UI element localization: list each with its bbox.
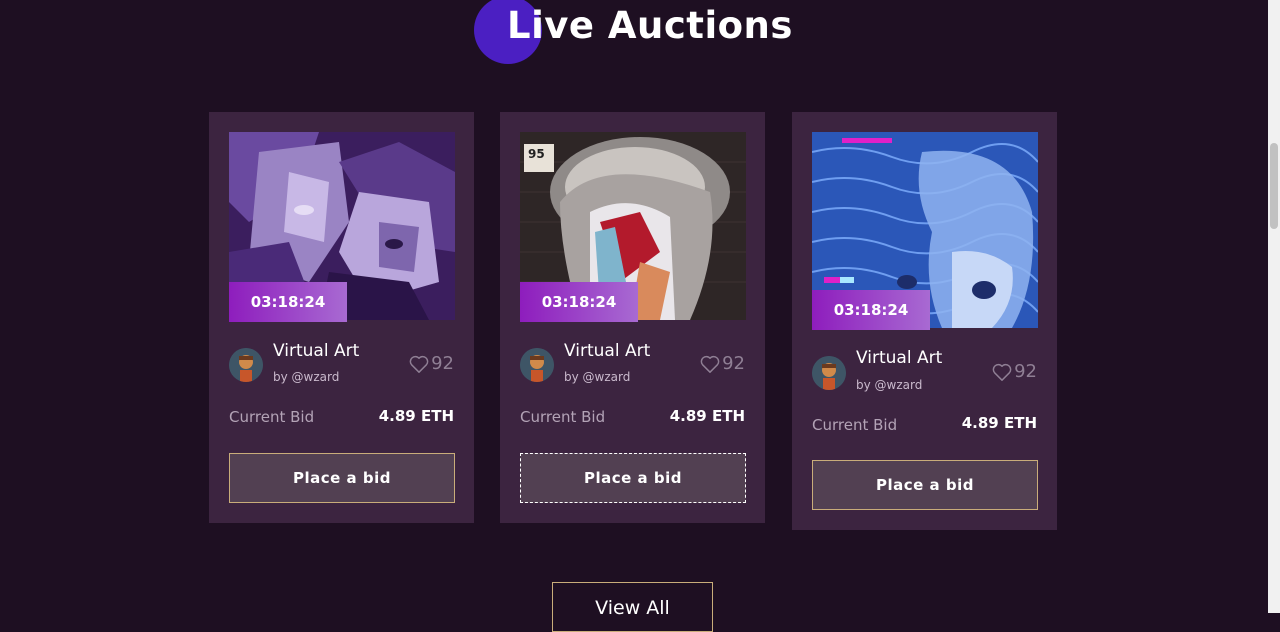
artwork-author[interactable]: by @wzard <box>564 370 630 384</box>
heart-icon[interactable] <box>992 363 1012 381</box>
avatar[interactable] <box>229 348 263 382</box>
avatar[interactable] <box>520 348 554 382</box>
like-counter[interactable]: 92 <box>409 353 454 374</box>
current-bid-value: 4.89 ETH <box>378 407 454 425</box>
current-bid-value: 4.89 ETH <box>669 407 745 425</box>
like-counter[interactable]: 92 <box>992 361 1037 382</box>
avatar[interactable] <box>812 356 846 390</box>
artwork-title[interactable]: Virtual Art <box>273 341 359 361</box>
heart-icon[interactable] <box>409 355 429 373</box>
like-count: 92 <box>431 353 454 374</box>
like-count: 92 <box>1014 361 1037 382</box>
page-title: Live Auctions <box>507 4 793 47</box>
auction-card: 03:18:24 Virtual Art by @wzard 92 Curren… <box>209 112 474 523</box>
page-scrollbar[interactable] <box>1268 0 1280 613</box>
like-count: 92 <box>722 353 745 374</box>
heart-icon[interactable] <box>700 355 720 373</box>
view-all-button[interactable]: View All <box>552 582 713 632</box>
scrollbar-thumb[interactable] <box>1270 143 1278 229</box>
auction-timer: 03:18:24 <box>229 282 347 322</box>
auction-timer: 03:18:24 <box>520 282 638 322</box>
current-bid-value: 4.89 ETH <box>961 414 1037 432</box>
current-bid-label: Current Bid <box>812 416 898 434</box>
auction-card: 95 03:18:24 Virtual Art by @wzard 92 Cur… <box>500 112 765 523</box>
artwork-title[interactable]: Virtual Art <box>564 341 650 361</box>
auction-timer: 03:18:24 <box>812 290 930 330</box>
place-bid-button[interactable]: Place a bid <box>229 453 455 503</box>
artwork-title[interactable]: Virtual Art <box>856 348 942 368</box>
auction-card: 03:18:24 Virtual Art by @wzard 92 Curren… <box>792 112 1057 530</box>
artwork-author[interactable]: by @wzard <box>856 378 922 392</box>
artwork-author[interactable]: by @wzard <box>273 370 339 384</box>
current-bid-label: Current Bid <box>229 408 315 426</box>
like-counter[interactable]: 92 <box>700 353 745 374</box>
place-bid-button[interactable]: Place a bid <box>812 460 1038 510</box>
place-bid-button[interactable]: Place a bid <box>520 453 746 503</box>
artwork-sign-label: 95 <box>528 147 545 161</box>
current-bid-label: Current Bid <box>520 408 606 426</box>
